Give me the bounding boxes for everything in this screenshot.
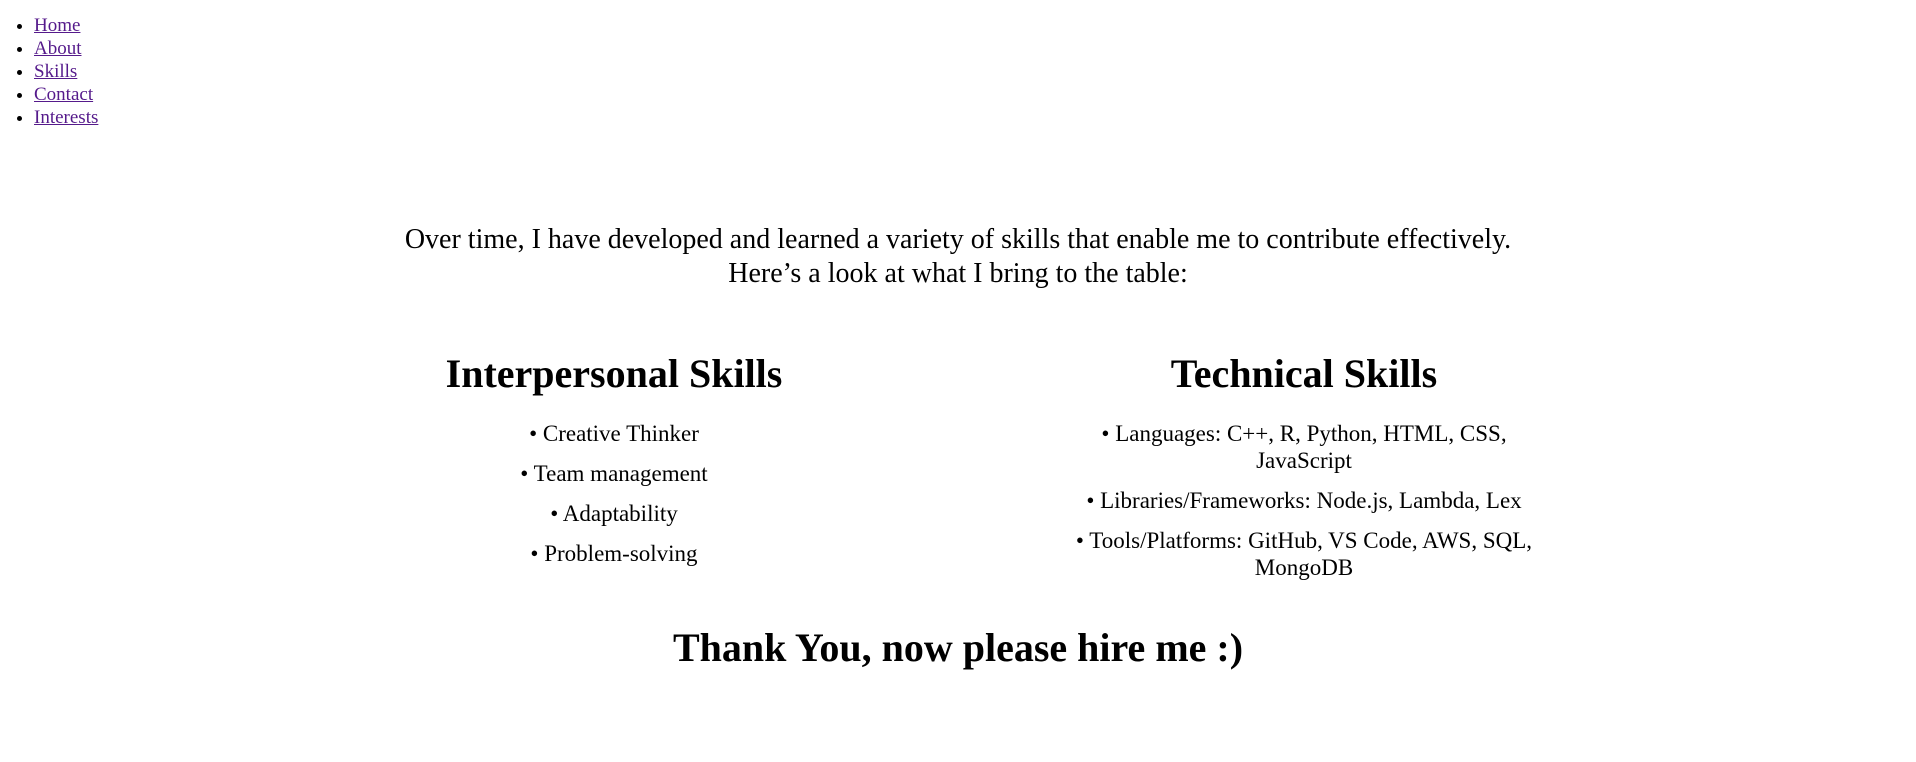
interpersonal-skills-title: Interpersonal Skills [445,351,783,396]
interpersonal-skill-item: • Problem-solving [530,541,698,566]
intro-line-1: Over time, I have developed and learned … [404,224,1512,255]
nav-item-interests: Interests [34,106,98,129]
interpersonal-skill-item: • Adaptability [550,501,678,526]
nav-item-about: About [34,37,98,60]
nav-item-skills: Skills [34,60,98,83]
interpersonal-skills-section: Interpersonal Skills • Creative Thinker … [414,350,814,580]
nav-link-home[interactable]: Home [34,15,80,36]
nav-link-about[interactable]: About [34,38,82,59]
nav-link-skills[interactable]: Skills [34,61,77,82]
technical-skills-list: • Languages: C++, R, Python, HTML, CSS, … [1069,420,1539,581]
main-nav: Home About Skills Contact Interests [0,14,98,129]
nav-link-contact[interactable]: Contact [34,84,93,105]
intro-line-2: Here’s a look at what I bring to the tab… [728,258,1188,289]
technical-skill-item: • Libraries/Frameworks: Node.js, Lambda,… [1086,488,1522,513]
nav-item-contact: Contact [34,83,98,106]
interpersonal-skill-item: • Team management [520,461,708,486]
intro-paragraph: Over time, I have developed and learned … [0,223,1916,291]
nav-item-home: Home [34,14,98,37]
technical-skills-title: Technical Skills [1170,351,1438,396]
technical-skill-item: • Languages: C++, R, Python, HTML, CSS, … [1101,421,1507,473]
interpersonal-skill-item: • Creative Thinker [529,421,699,446]
nav-link-interests[interactable]: Interests [34,107,98,128]
interpersonal-skills-list: • Creative Thinker • Team management • A… [414,420,814,567]
technical-skills-section: Technical Skills • Languages: C++, R, Py… [1024,350,1584,594]
closing-heading: Thank You, now please hire me :) [672,625,1244,670]
technical-skill-item: • Tools/Platforms: GitHub, VS Code, AWS,… [1075,528,1533,580]
